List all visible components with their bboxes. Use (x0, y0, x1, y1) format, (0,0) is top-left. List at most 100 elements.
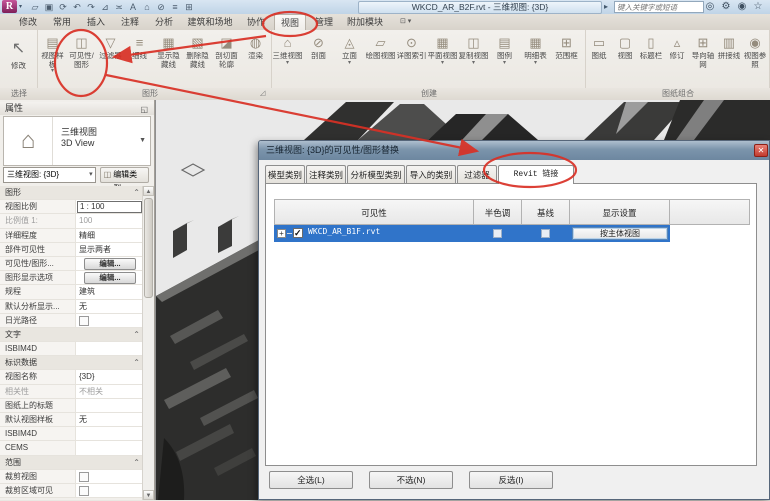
ribbon-button[interactable]: ◫ 复制视图 (458, 30, 489, 86)
underlay-checkbox[interactable] (541, 229, 550, 238)
measure-icon[interactable]: ⊿ (98, 1, 112, 13)
property-value[interactable] (76, 399, 144, 412)
ribbon-button[interactable]: ▦ 显示隐藏线 (154, 30, 183, 86)
help-search-input[interactable] (614, 1, 704, 13)
display-settings-button[interactable]: 按主体视图 (572, 227, 668, 240)
view-filter-combo[interactable]: 三维视图: {3D} (3, 167, 96, 183)
ribbon-tab[interactable]: 附加模块 (342, 14, 388, 30)
communication-center-icon[interactable]: ◉ (734, 0, 750, 13)
dialog-tab[interactable]: 注释类别 (306, 165, 346, 183)
property-row[interactable]: 文字 (0, 328, 144, 342)
switch-windows-icon[interactable]: ⊞ (182, 1, 196, 13)
ribbon-button[interactable]: ▧ 删除隐藏线 (183, 30, 212, 86)
property-row[interactable]: 图纸上的标题 (0, 399, 144, 413)
footer-button[interactable]: 不选(N) (369, 471, 453, 489)
property-row[interactable]: 视图比例 1 : 100 1 : 100 (0, 200, 144, 214)
visibility-checkbox[interactable] (293, 228, 303, 238)
open-icon[interactable]: ▱ (28, 1, 42, 13)
section-icon[interactable]: ⊘ (154, 1, 168, 13)
property-value[interactable]: 1 : 100 1 : 100 (76, 200, 144, 213)
ribbon-button[interactable]: ◬ 立面 (334, 30, 365, 86)
property-value[interactable] (76, 342, 144, 355)
property-row[interactable]: ISBIM4D (0, 427, 144, 441)
property-value[interactable]: 建筑 建筑 (76, 285, 144, 298)
ribbon-button[interactable]: ⊞ 范围框 (551, 30, 582, 86)
ribbon-button[interactable]: ▢ 视图 (612, 30, 638, 86)
ribbon-tab[interactable]: 注释 (114, 14, 146, 30)
type-selector-arrow-icon[interactable]: ▼ (139, 137, 146, 144)
aligned-dimension-icon[interactable]: ≍ (112, 1, 126, 13)
ribbon-button[interactable]: ≡ 细线 (125, 30, 154, 86)
default-3d-view-icon[interactable]: ⌂ (140, 1, 154, 13)
property-value[interactable]: 编辑... 编辑... (76, 271, 144, 284)
ribbon-button[interactable]: ▤ 图例 (489, 30, 520, 86)
ribbon-tab[interactable]: 分析 (148, 14, 180, 30)
ribbon-button[interactable]: ◉ 视图参照 (742, 30, 768, 86)
ribbon-button[interactable]: ⊞ 导向轴网 (690, 30, 716, 86)
ribbon-button[interactable]: ▭ 图纸 (586, 30, 612, 86)
property-value[interactable]: 编辑... 编辑... (76, 257, 144, 270)
property-row[interactable]: 视图名称 {3D} {3D} (0, 370, 144, 384)
ribbon-tab[interactable]: 协作 (240, 14, 272, 30)
text-icon[interactable]: A (126, 1, 140, 13)
property-value[interactable]: {3D} {3D} (76, 370, 144, 383)
ribbon-button[interactable]: ⊙ 详图索引 (396, 30, 427, 86)
app-menu-arrow-icon[interactable]: ▾ (19, 3, 22, 10)
properties-window-icon[interactable]: ◱ (140, 103, 148, 116)
property-row[interactable]: 规程 建筑 建筑 (0, 285, 144, 299)
property-row[interactable]: 比例值 1: 100 100 (0, 214, 144, 228)
property-value[interactable]: 不相关 不相关 (76, 385, 144, 398)
ribbon-tab[interactable]: 视图 (274, 14, 306, 30)
property-row[interactable]: 详细程度 精细 精细 (0, 229, 144, 243)
property-value[interactable]: 显示两者 显示两者 (76, 243, 144, 256)
property-row[interactable]: 相关性 不相关 不相关 (0, 385, 144, 399)
property-value[interactable] (76, 470, 144, 483)
property-checkbox[interactable] (79, 472, 89, 482)
redo-icon[interactable]: ↷ (84, 1, 98, 13)
ribbon-button[interactable]: ⌂ 三维视图 (272, 30, 303, 86)
modify-button[interactable]: ↖ 修改 (3, 33, 35, 85)
dialog-tab[interactable]: 导入的类别 (406, 165, 456, 183)
property-row[interactable]: 部件可见性 显示两者 显示两者 (0, 243, 144, 257)
property-row[interactable]: 日光路径 (0, 314, 144, 328)
scrollbar-thumb[interactable] (144, 198, 153, 298)
link-table-row[interactable]: + WKCD_AR_B1F.rvt 按主体视图 (274, 225, 670, 242)
property-checkbox[interactable] (79, 486, 89, 496)
dialog-launcher-icon[interactable]: ◿ (260, 89, 265, 97)
scroll-up-icon[interactable]: ▲ (143, 186, 154, 196)
property-value[interactable]: 精细 精细 (76, 229, 144, 242)
ribbon-button[interactable]: ▦ 明细表 (520, 30, 551, 86)
expand-icon[interactable]: + (277, 229, 286, 238)
title-expand-icon[interactable]: ▸ (604, 2, 608, 11)
dialog-tab[interactable]: 分析模型类别 (347, 165, 405, 183)
ribbon-button[interactable]: ▯ 标题栏 (638, 30, 664, 86)
undo-icon[interactable]: ↶ (70, 1, 84, 13)
ribbon-button[interactable]: ▦ 平面视图 (427, 30, 458, 86)
footer-button[interactable]: 全选(L) (269, 471, 353, 489)
type-selector[interactable]: ⌂ 三维视图 3D View ▼ (3, 116, 151, 166)
edit-button[interactable]: 编辑... (84, 258, 136, 270)
modify-state-widget[interactable]: ⊡ ▾ (400, 17, 411, 25)
ribbon-tab[interactable]: 常用 (46, 14, 78, 30)
property-checkbox[interactable] (79, 316, 89, 326)
property-row[interactable]: 图形显示选项 编辑... 编辑... (0, 271, 144, 285)
ribbon-button[interactable]: ▤ 视图样板 (38, 30, 67, 86)
favorites-icon[interactable]: ☆ (750, 0, 766, 13)
ribbon-button[interactable]: ▵ 修订 (664, 30, 690, 86)
ribbon-button[interactable]: ▥ 拼接线 (716, 30, 742, 86)
property-value[interactable]: 无 无 (76, 413, 144, 426)
property-row[interactable]: 图形 (0, 186, 144, 200)
save-icon[interactable]: ▣ (42, 1, 56, 13)
property-row[interactable]: 默认分析显示... 无 无 (0, 300, 144, 314)
property-value[interactable]: 无 无 (76, 300, 144, 313)
property-row[interactable]: 可见性/图形... 编辑... 编辑... (0, 257, 144, 271)
property-value[interactable] (76, 441, 144, 454)
ribbon-tab[interactable]: 建筑和场地 (182, 14, 238, 30)
dialog-tab[interactable]: 模型类别 (265, 165, 305, 183)
halftone-checkbox[interactable] (493, 229, 502, 238)
thin-lines-icon[interactable]: ≡ (168, 1, 182, 13)
ribbon-button[interactable]: ◫ 可见性/图形 (67, 30, 96, 86)
edit-type-button[interactable]: ◫ 编辑类型 (100, 167, 149, 183)
scroll-down-icon[interactable]: ▼ (143, 490, 154, 500)
footer-button[interactable]: 反选(I) (469, 471, 553, 489)
